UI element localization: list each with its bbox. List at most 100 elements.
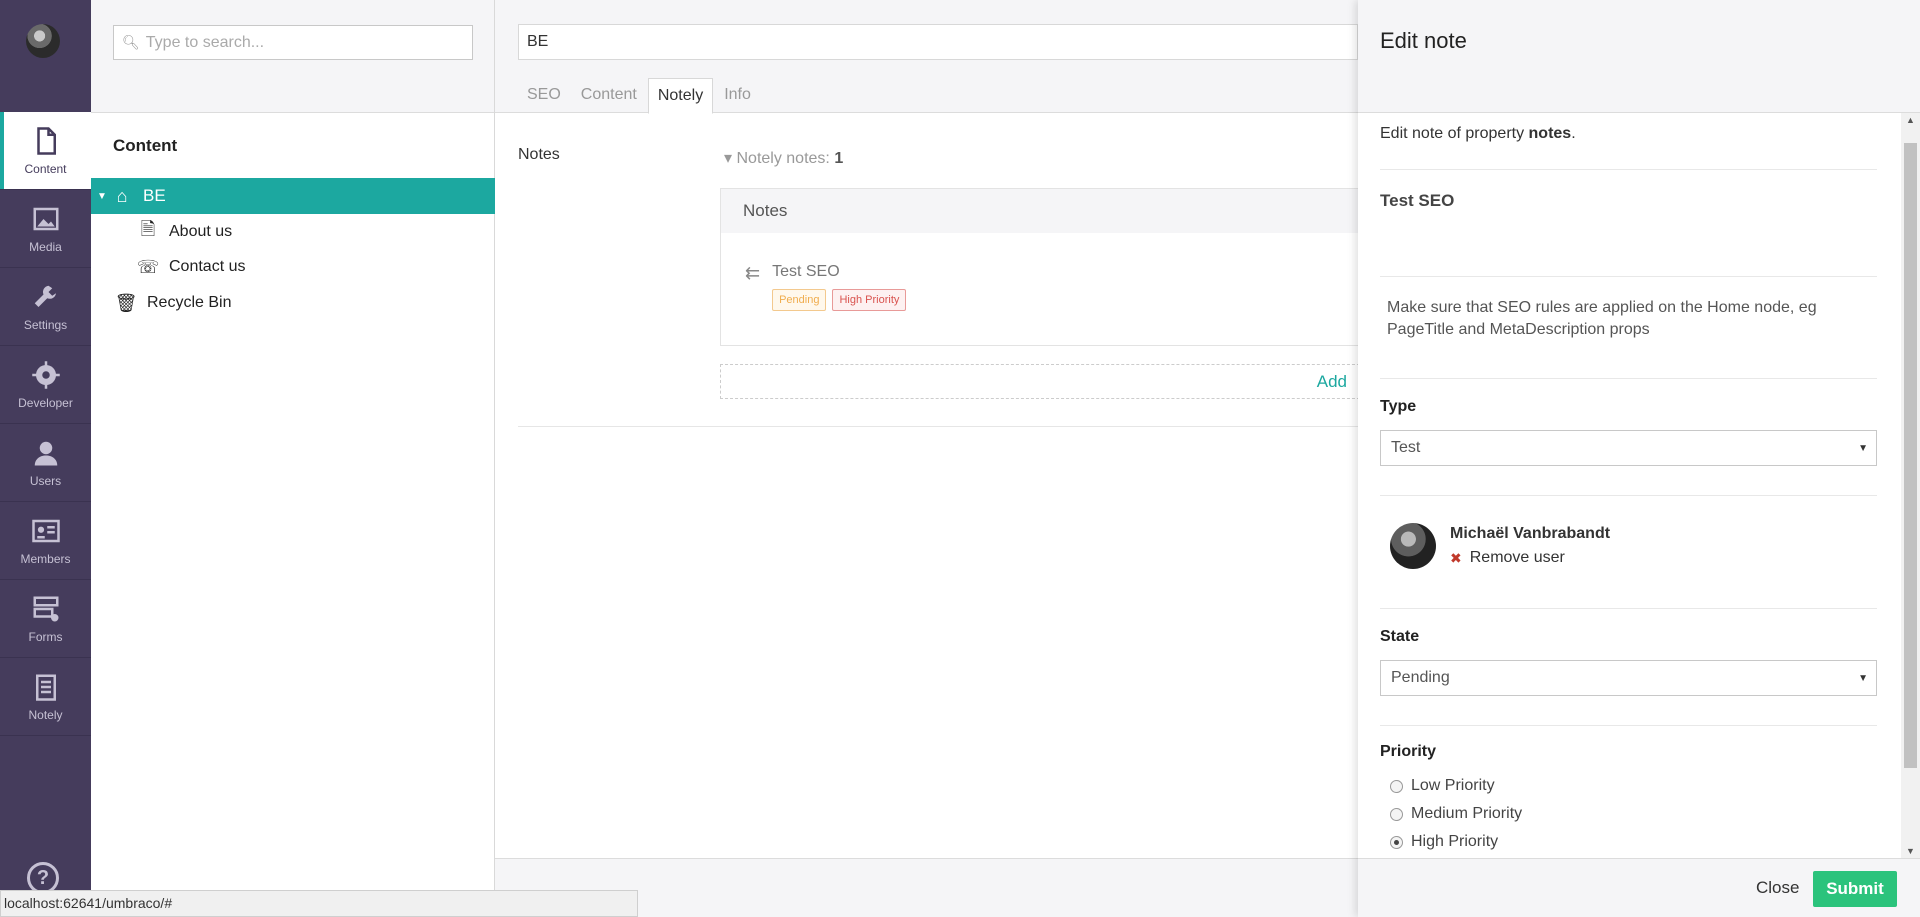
tree-search-area: 🔍︎ Type to search... — [91, 0, 494, 113]
priority-option-high[interactable]: High Priority — [1390, 833, 1498, 851]
radio-button[interactable] — [1390, 779, 1403, 793]
page-icon: 🗎︎ — [140, 219, 156, 239]
tree-node-about[interactable]: 🗎︎ About us — [91, 214, 495, 250]
priority-option-label: High Priority — [1411, 833, 1499, 850]
section-forms[interactable]: Forms — [0, 580, 91, 658]
search-placeholder: Type to search... — [145, 33, 265, 51]
tab-content[interactable]: Content — [572, 78, 646, 114]
home-icon: ⌂ — [116, 185, 128, 206]
tree-node-label: Contact us — [169, 258, 246, 275]
divider — [1380, 378, 1877, 379]
trash-icon: 🗑︎ — [114, 292, 138, 313]
section-label: Members — [20, 551, 71, 566]
search-icon: 🔍︎ — [122, 34, 140, 50]
dropdown-arrow-icon: ▼ — [1858, 672, 1868, 684]
tab-seo[interactable]: SEO — [518, 78, 570, 114]
divider — [1380, 276, 1877, 277]
intro-suffix: . — [1571, 125, 1576, 142]
assigned-user: Michaël Vanbrabandt ✖ Remove user — [1390, 523, 1610, 569]
property-label: Notes — [518, 146, 560, 163]
tree-node-label: BE — [143, 186, 166, 205]
priority-option-label: Low Priority — [1411, 777, 1495, 794]
status-badge: Pending — [772, 289, 827, 311]
notes-count: 1 — [834, 150, 844, 167]
browser-status-url: localhost:62641/umbraco/# — [0, 890, 638, 917]
note-title-field[interactable]: Test SEO — [1380, 191, 1454, 211]
close-button[interactable]: Close — [1756, 878, 1799, 898]
wrench-icon — [34, 285, 56, 307]
submit-button[interactable]: Submit — [1813, 871, 1897, 907]
tree-node-contact[interactable]: ☏ Contact us — [91, 249, 495, 285]
tab-notely[interactable]: Notely — [647, 78, 714, 114]
radio-button[interactable] — [1390, 807, 1403, 821]
notes-toggle-label: Notely notes: — [736, 150, 830, 167]
document-icon — [36, 126, 56, 155]
caret-down-icon[interactable]: ▼ — [97, 191, 109, 202]
priority-option-label: Medium Priority — [1411, 805, 1523, 822]
remove-user-label: Remove user — [1469, 549, 1565, 566]
note-list-item[interactable]: ⇇ Test SEO Pending High Priority — [745, 263, 907, 311]
section-notely[interactable]: Notely — [0, 658, 91, 736]
notes-toggle[interactable]: ▾ Notely notes: 1 — [724, 148, 843, 168]
tab-info[interactable]: Info — [715, 78, 760, 114]
current-user-avatar[interactable] — [26, 24, 60, 58]
scrollbar-thumb[interactable] — [1904, 143, 1917, 768]
tree-node-recycle-bin[interactable]: 🗑︎ Recycle Bin — [91, 285, 495, 321]
tree-title: Content — [113, 136, 178, 155]
divider — [518, 426, 1358, 427]
branch-icon: ⇇ — [745, 263, 761, 283]
divider — [1380, 725, 1877, 726]
priority-label: Priority — [1380, 743, 1437, 760]
dropdown-arrow-icon: ▼ — [1858, 442, 1868, 454]
node-name-input[interactable]: BE — [518, 24, 1358, 60]
state-value: Pending — [1391, 669, 1450, 686]
user-icon — [34, 441, 57, 465]
section-users[interactable]: Users — [0, 424, 91, 502]
image-icon — [33, 207, 58, 230]
intro-text: Edit note of property — [1380, 125, 1529, 142]
priority-option-low[interactable]: Low Priority — [1390, 777, 1495, 795]
note-title: Test SEO — [772, 263, 840, 280]
forms-icon — [33, 596, 58, 621]
section-label: Settings — [23, 317, 68, 332]
section-content[interactable]: Content — [0, 112, 91, 190]
intro-property: notes — [1528, 125, 1572, 142]
dialog-scrollbar[interactable]: ▲ ▼ — [1901, 113, 1920, 858]
divider — [1380, 495, 1877, 496]
tree-search-input[interactable]: 🔍︎ Type to search... — [113, 25, 473, 60]
section-label: Notely — [28, 707, 63, 722]
section-label: Content — [24, 161, 67, 176]
divider — [1380, 169, 1877, 170]
section-label: Forms — [28, 629, 63, 644]
remove-user-button[interactable]: ✖ Remove user — [1450, 549, 1610, 567]
radio-button-selected[interactable] — [1390, 835, 1403, 849]
note-description-field[interactable]: Make sure that SEO rules are applied on … — [1387, 297, 1857, 341]
triangle-down-icon: ▾ — [724, 150, 733, 167]
app-sections-bar: Content Media Settings Developer Users M… — [0, 0, 91, 917]
dialog-body: Edit note of property notes. Test SEO Ma… — [1380, 113, 1877, 858]
state-select[interactable]: Pending ▼ — [1380, 660, 1877, 696]
content-editor: BE SEO Content Notely Info Notes ▾ Notel… — [495, 0, 1370, 917]
add-note-button[interactable]: Add — [720, 364, 1370, 399]
section-settings[interactable]: Settings — [0, 268, 91, 346]
section-developer[interactable]: Developer — [0, 346, 91, 424]
type-select[interactable]: Test ▼ — [1380, 430, 1877, 466]
tree-node-root[interactable]: ▼ ⌂ BE — [91, 178, 495, 214]
editor-header: BE SEO Content Notely Info — [495, 0, 1358, 114]
notepad-icon — [35, 674, 56, 701]
editor-tabs: SEO Content Notely Info — [518, 78, 762, 114]
section-list: Content Media Settings Developer Users M… — [0, 112, 91, 736]
dialog-title: Edit note — [1358, 0, 1920, 113]
id-card-icon — [31, 519, 60, 542]
section-media[interactable]: Media — [0, 190, 91, 268]
dialog-footer: Close Submit — [1358, 858, 1920, 917]
scroll-down-icon[interactable]: ▼ — [1906, 846, 1915, 856]
section-members[interactable]: Members — [0, 502, 91, 580]
tree-node-label: Recycle Bin — [147, 294, 232, 311]
priority-option-medium[interactable]: Medium Priority — [1390, 805, 1522, 823]
section-label: Developer — [18, 395, 73, 410]
notes-box: Notes ⇇ Test SEO Pending High Priority — [720, 188, 1370, 346]
scroll-up-icon[interactable]: ▲ — [1906, 115, 1915, 125]
type-value: Test — [1391, 439, 1421, 456]
divider — [1380, 608, 1877, 609]
